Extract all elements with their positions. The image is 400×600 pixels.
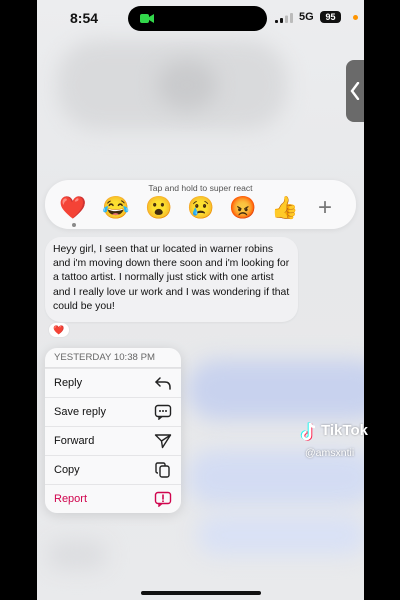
tiktok-brand: TikTok — [321, 422, 368, 439]
menu-item-label: Forward — [54, 435, 95, 447]
blurred-background — [187, 360, 364, 420]
report-exclamation-icon — [154, 491, 172, 507]
reaction-bar: Tap and hold to super react ❤️ 😂 😮 😢 😡 👍… — [45, 180, 356, 229]
message-bubble[interactable]: Heyy girl, I seen that ur located in war… — [45, 237, 298, 323]
privacy-indicator — [353, 15, 358, 20]
context-menu: YESTERDAY 10:38 PM Reply Save reply Forw… — [45, 348, 181, 513]
menu-item-label: Reply — [54, 377, 83, 389]
collapse-tab[interactable] — [346, 60, 364, 122]
paper-plane-icon — [154, 434, 172, 449]
reaction-thumbs-up[interactable]: 👍 — [271, 194, 299, 222]
menu-item-label: Copy — [54, 464, 80, 476]
report-menu-item[interactable]: Report — [45, 484, 181, 513]
reaction-surprised[interactable]: 😮 — [145, 194, 173, 222]
network-type: 5G — [299, 11, 314, 23]
tiktok-logo-icon — [300, 422, 316, 441]
reaction-red-heart[interactable]: ❤️ — [59, 194, 87, 222]
chevron-left-icon — [350, 82, 360, 100]
blurred-background — [157, 60, 217, 110]
message-text: Heyy girl, I seen that ur located in war… — [53, 244, 290, 312]
home-indicator — [141, 591, 261, 595]
video-camera-icon — [140, 14, 154, 23]
phone-screen: 8:54 5G 95 Tap and hold to super react ❤… — [37, 0, 364, 600]
message-reaction-badge[interactable]: ❤️ — [48, 322, 70, 338]
save-reply-menu-item[interactable]: Save reply — [45, 397, 181, 426]
reaction-hint: Tap and hold to super react — [148, 183, 253, 193]
copy-menu-item[interactable]: Copy — [45, 455, 181, 484]
blurred-background — [47, 540, 107, 570]
copy-icon — [155, 462, 170, 478]
reply-menu-item[interactable]: Reply — [45, 368, 181, 397]
menu-item-label: Save reply — [54, 406, 106, 418]
add-reaction-icon[interactable]: + — [311, 194, 339, 222]
signal-icon — [275, 13, 293, 23]
menu-item-label: Report — [54, 493, 88, 505]
reaction-laughing[interactable]: 😂 — [102, 194, 130, 222]
forward-menu-item[interactable]: Forward — [45, 426, 181, 455]
blurred-background — [197, 515, 364, 555]
reply-arrow-icon — [155, 377, 171, 390]
battery-icon: 95 — [320, 11, 341, 23]
tiktok-username: @amsxntii — [305, 447, 355, 459]
tiktok-watermark: TikTok @amsxntii — [297, 421, 397, 466]
status-bar: 8:54 5G 95 — [37, 0, 364, 36]
dynamic-island — [128, 6, 267, 31]
status-time: 8:54 — [70, 10, 99, 26]
selected-indicator — [72, 223, 76, 227]
reaction-crying[interactable]: 😢 — [187, 194, 215, 222]
message-timestamp: YESTERDAY 10:38 PM — [45, 348, 181, 368]
reaction-angry[interactable]: 😡 — [229, 194, 257, 222]
chat-bubble-dots-icon — [154, 404, 172, 420]
